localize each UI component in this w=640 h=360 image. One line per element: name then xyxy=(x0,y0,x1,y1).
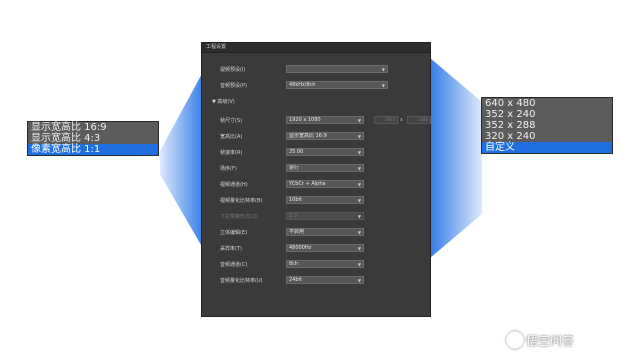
audio-bitdepth-row: 音频量化比特率(U) 24bit ▼ xyxy=(202,276,432,287)
chevron-down-icon: ▼ xyxy=(357,246,361,251)
field-order-label: 场序(F) xyxy=(220,166,237,172)
custom-height-input[interactable]: 1080 xyxy=(407,116,431,124)
audio-preset-row: 音频预设(P) 48kHz/8ch ▼ xyxy=(202,81,432,92)
frame-size-select[interactable]: 1920 x 1080 ▼ xyxy=(286,116,364,124)
right-light-beam xyxy=(430,58,482,258)
chevron-down-icon: ▼ xyxy=(357,214,361,219)
chevron-down-icon: ▼ xyxy=(357,150,361,155)
sample-rate-select[interactable]: 48000Hz ▼ xyxy=(286,244,364,252)
audio-channel-label: 音频通道(C) xyxy=(220,262,248,268)
chevron-down-icon: ▼ xyxy=(357,262,361,267)
video-bitdepth-select[interactable]: 10bit ▼ xyxy=(286,196,364,204)
frame-size-option[interactable]: 352 x 288 xyxy=(482,120,612,131)
aspect-label: 宽高比(A) xyxy=(220,134,243,140)
sample-rate-label: 采样率(T) xyxy=(220,246,242,252)
chevron-down-icon: ▼ xyxy=(357,230,361,235)
video-channel-label: 视频通道(H) xyxy=(220,182,248,188)
dialog-title: 工程设置 xyxy=(202,43,430,53)
size-separator: x xyxy=(400,117,403,123)
frame-size-option-selected[interactable]: 自定义 xyxy=(482,142,612,153)
audio-channel-row: 音频通道(C) 8ch ▼ xyxy=(202,260,432,271)
video-preset-select[interactable]: ▼ xyxy=(286,65,388,73)
frame-size-option[interactable]: 640 x 480 xyxy=(482,98,612,109)
left-light-beam xyxy=(160,70,204,250)
frame-size-dropdown-list[interactable]: 640 x 480 352 x 240 352 x 288 320 x 240 … xyxy=(481,97,613,154)
chevron-down-icon: ▼ xyxy=(357,198,361,203)
aspect-option[interactable]: 显示宽高比 4:3 xyxy=(28,133,158,144)
stereo-row: 立体编辑(E) 不启用 ▼ xyxy=(202,228,432,239)
video-preset-label: 视频预设(I) xyxy=(220,67,246,73)
sample-rate-row: 采样率(T) 48000Hz ▼ xyxy=(202,244,432,255)
video-channel-select[interactable]: YCbCr + Alpha ▼ xyxy=(286,180,364,188)
advanced-section-toggle[interactable]: ▼ 高级(V) xyxy=(212,99,235,106)
frame-size-label: 帧尺寸(S) xyxy=(220,118,243,124)
frame-size-row: 帧尺寸(S) 1920 x 1080 ▼ 1920 x 1080 xyxy=(202,116,432,127)
audio-bitdepth-label: 音频量化比特率(U) xyxy=(220,278,263,284)
video-bitdepth-label: 视频量化比特率(B) xyxy=(220,198,263,204)
chevron-down-icon: ▼ xyxy=(357,134,361,139)
video-preset-row: 视频预设(I) ▼ xyxy=(202,65,432,76)
wukong-logo-icon xyxy=(506,331,524,349)
aspect-row: 宽高比(A) 显示宽高比 16:9 ▼ xyxy=(202,132,432,143)
aspect-option-selected[interactable]: 像素宽高比 1:1 xyxy=(28,144,158,155)
video-channel-row: 视频通道(H) YCbCr + Alpha ▼ xyxy=(202,180,432,191)
project-settings-dialog: 工程设置 视频预设(I) ▼ 音频预设(P) 48kHz/8ch ▼ ▼ 高级(V… xyxy=(201,42,431,317)
aspect-ratio-dropdown-list[interactable]: 显示宽高比 16:9 显示宽高比 4:3 像素宽高比 1:1 xyxy=(27,121,159,156)
pulldown-label: 下拉变换形式(O) xyxy=(220,214,258,220)
field-order-row: 场序(F) 逐行 ▼ xyxy=(202,164,432,175)
custom-width-input[interactable]: 1920 xyxy=(374,116,398,124)
chevron-down-icon: ▼ xyxy=(357,278,361,283)
audio-bitdepth-select[interactable]: 24bit ▼ xyxy=(286,276,364,284)
pulldown-select: 2:3 ▼ xyxy=(286,212,364,220)
audio-channel-select[interactable]: 8ch ▼ xyxy=(286,260,364,268)
audio-preset-label: 音频预设(P) xyxy=(220,83,247,89)
chevron-down-icon: ▼ xyxy=(381,67,385,72)
frame-size-option[interactable]: 320 x 240 xyxy=(482,131,612,142)
frame-rate-row: 帧速率(R) 25.00 ▼ xyxy=(202,148,432,159)
field-order-select[interactable]: 逐行 ▼ xyxy=(286,164,364,172)
frame-size-option[interactable]: 352 x 240 xyxy=(482,109,612,120)
chevron-down-icon: ▼ xyxy=(381,83,385,88)
stereo-select[interactable]: 不启用 ▼ xyxy=(286,228,364,236)
aspect-option[interactable]: 显示宽高比 16:9 xyxy=(28,122,158,133)
stereo-label: 立体编辑(E) xyxy=(220,230,248,236)
chevron-down-icon: ▼ xyxy=(357,182,361,187)
chevron-down-icon: ▼ xyxy=(357,118,361,123)
audio-preset-select[interactable]: 48kHz/8ch ▼ xyxy=(286,81,388,89)
chevron-down-icon: ▼ xyxy=(357,166,361,171)
frame-rate-select[interactable]: 25.00 ▼ xyxy=(286,148,364,156)
frame-rate-label: 帧速率(R) xyxy=(220,150,243,156)
watermark-text: 悟空问答 xyxy=(526,334,575,348)
aspect-select[interactable]: 显示宽高比 16:9 ▼ xyxy=(286,132,364,140)
video-bitdepth-row: 视频量化比特率(B) 10bit ▼ xyxy=(202,196,432,207)
pulldown-row: 下拉变换形式(O) 2:3 ▼ xyxy=(202,212,432,223)
